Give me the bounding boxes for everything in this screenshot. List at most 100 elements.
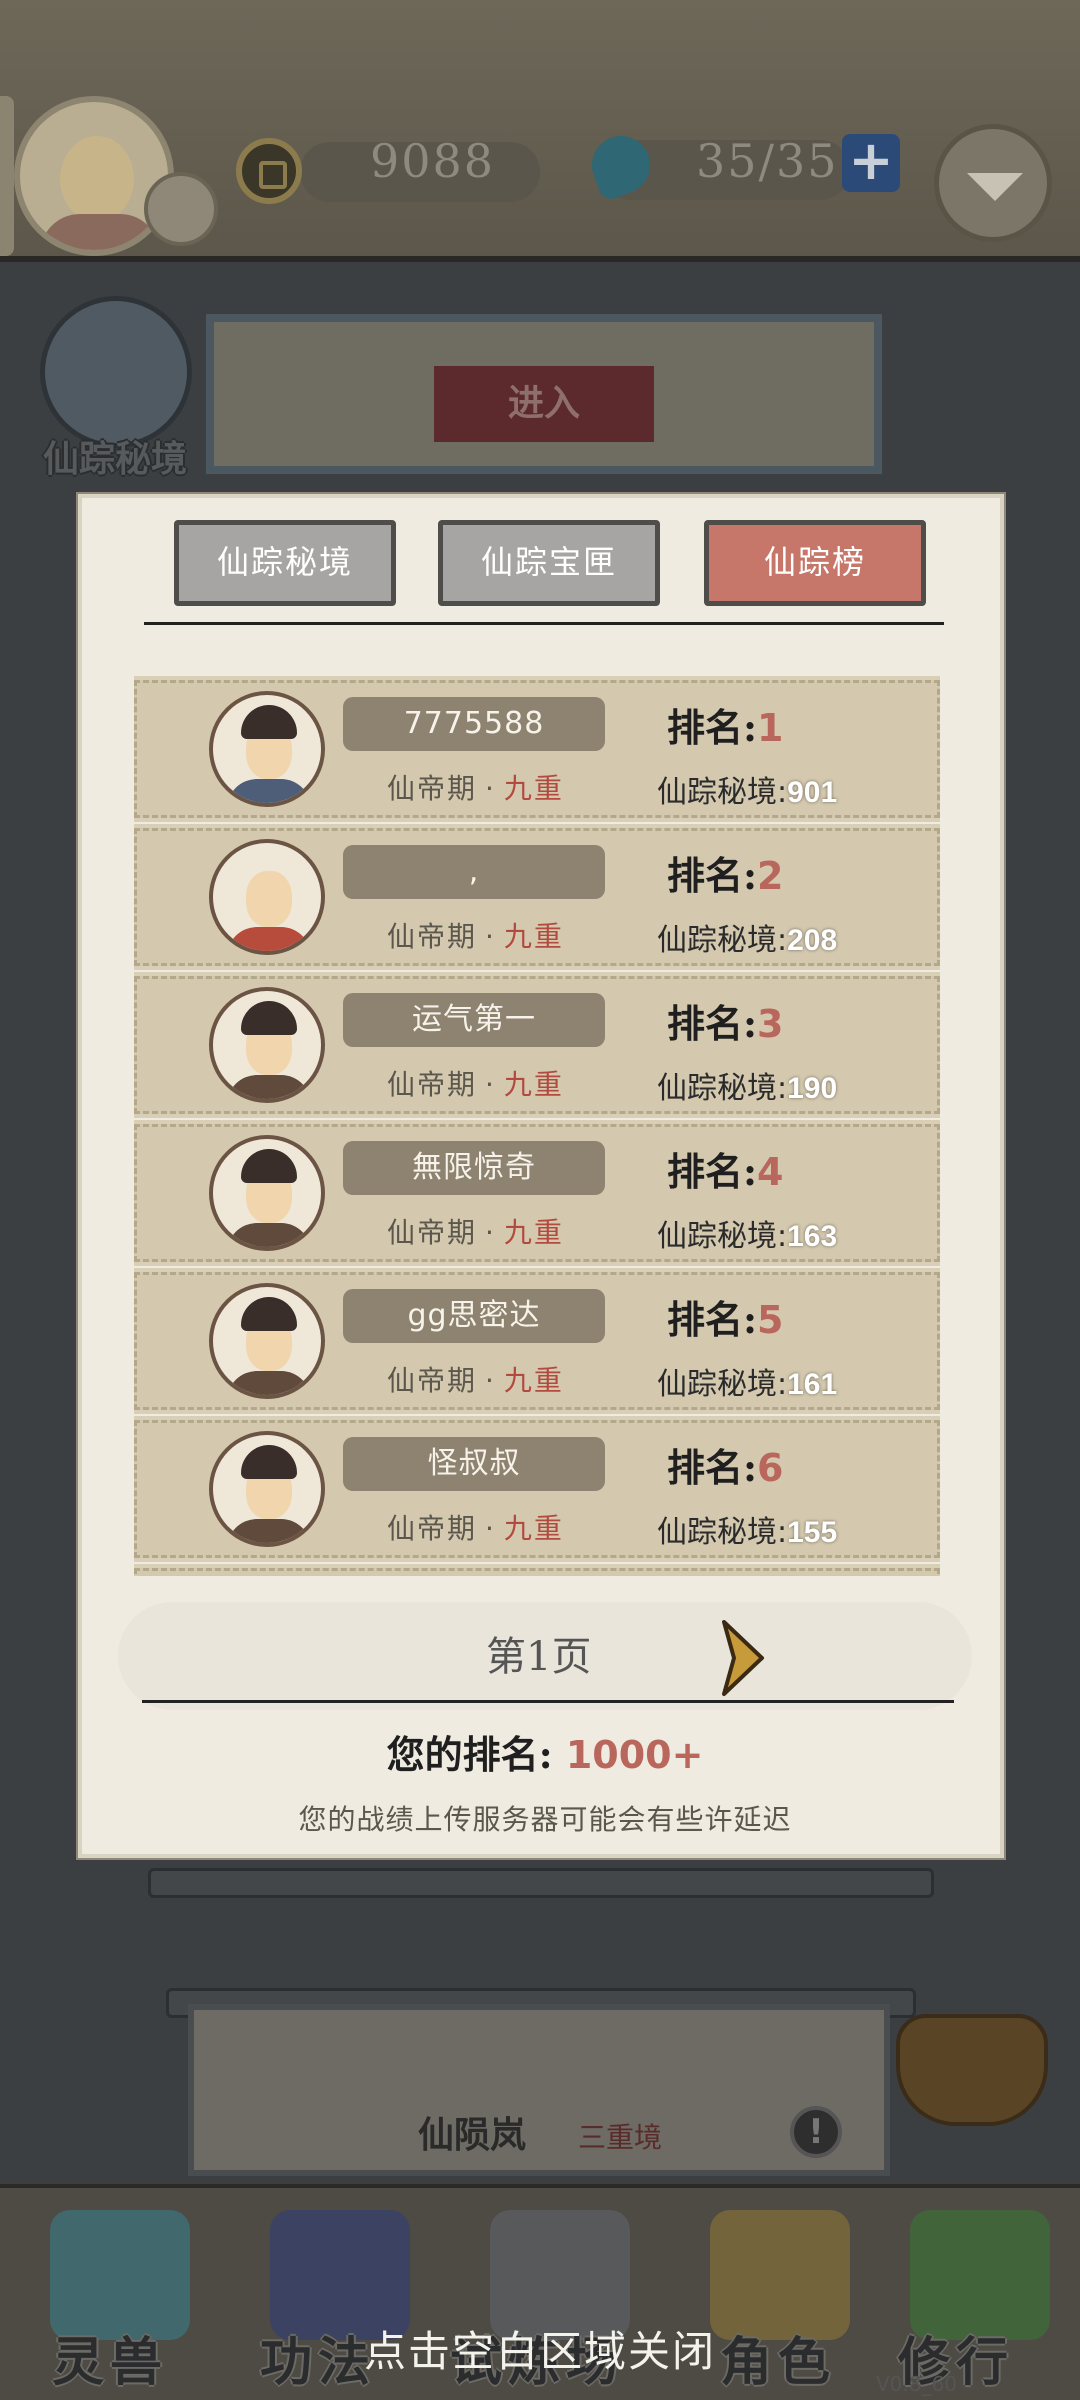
tab-divider <box>144 622 944 625</box>
rank-prefix: 排名: <box>667 1297 758 1342</box>
rank-label: 排名:4 <box>667 1141 783 1196</box>
avatar-robe <box>227 1371 311 1395</box>
realm-tier: 九重 <box>503 1512 564 1545</box>
score-value: 163 <box>787 1220 838 1253</box>
top-bar: 9088 35/35 + <box>0 0 1080 262</box>
rank-number: 6 <box>757 1446 784 1490</box>
cultivation-realm: 仙帝期 · 九重 <box>387 1063 564 1103</box>
rank-label: 排名:3 <box>667 993 783 1048</box>
realm-name: 仙帝期 <box>387 1216 478 1249</box>
cultivation-realm: 仙帝期 · 九重 <box>387 767 564 807</box>
rank-label: 排名:1 <box>667 697 783 752</box>
avatar-robe <box>227 1223 311 1247</box>
chevron-down-icon <box>967 173 1023 201</box>
score-prefix: 仙踪秘境: <box>657 1071 788 1106</box>
rank-row[interactable]: 7775588 仙帝期 · 九重 排名:1 仙踪秘境:901 <box>134 676 940 822</box>
tab-secret-realm[interactable]: 仙踪秘境 <box>174 520 396 606</box>
realm-tier: 九重 <box>503 1068 564 1101</box>
your-rank: 您的排名: 1000+ <box>82 1724 1008 1779</box>
score-label: 仙踪秘境:161 <box>657 1359 837 1403</box>
rank-number: 3 <box>757 1002 784 1046</box>
rank-prefix: 排名: <box>667 1001 758 1046</box>
realm-tier: 九重 <box>503 1216 564 1249</box>
rank-row[interactable]: 运气第一仙帝期 · 九重 排名:3 仙踪秘境:190 <box>134 972 940 1118</box>
your-rank-label: 您的排名: <box>386 1732 553 1777</box>
rank-row[interactable]: , 仙帝期 · 九重 排名:2 仙踪秘境:208 <box>134 824 940 970</box>
score-label: 仙踪秘境:208 <box>657 915 837 959</box>
warrior-avatar[interactable] <box>209 987 325 1103</box>
rank-label: 排名:2 <box>667 845 783 900</box>
version-label: V0.8_60 <box>876 2372 957 2396</box>
ranking-list[interactable]: 7775588 仙帝期 · 九重 排名:1 仙踪秘境:901, 仙帝期 · 九重 排名:2 仙踪秘境… <box>134 670 940 1576</box>
avatar-head <box>60 136 134 222</box>
score-prefix: 仙踪秘境: <box>657 1515 788 1550</box>
player-name: 运气第一 <box>343 993 605 1047</box>
secret-realm-icon[interactable] <box>40 296 192 448</box>
menu-dropdown-button[interactable] <box>934 124 1052 242</box>
score-prefix: 仙踪秘境: <box>657 1219 788 1254</box>
warrior-avatar[interactable] <box>209 1135 325 1251</box>
player-avatar[interactable] <box>14 96 174 256</box>
avatar-body <box>40 214 160 250</box>
score-value: 190 <box>787 1072 838 1105</box>
avatar-hair <box>241 705 297 739</box>
add-stamina-button[interactable]: + <box>842 134 900 192</box>
realm-panel-tier: 三重境 <box>578 2121 663 2154</box>
realm-name: 仙帝期 <box>387 772 478 805</box>
monk-avatar[interactable] <box>209 839 325 955</box>
realm-dot: · <box>485 920 496 953</box>
stamina-count: 35/35 <box>696 134 839 188</box>
warrior-avatar[interactable] <box>209 1431 325 1547</box>
realm-panel <box>188 2004 890 2176</box>
bottom-divider <box>142 1700 954 1703</box>
enter-button[interactable]: 进入 <box>434 366 654 442</box>
realm-dot: · <box>485 1216 496 1249</box>
score-prefix: 仙踪秘境: <box>657 1367 788 1402</box>
score-value: 155 <box>787 1516 838 1549</box>
leaderboard-modal: 仙踪秘境 仙踪宝匣 仙踪榜 7775588 仙帝期 · 九重 排名:1 仙踪秘境:901,… <box>78 494 1004 1858</box>
realm-tier: 九重 <box>503 920 564 953</box>
scroll-rod-top <box>148 1868 934 1898</box>
rank-number: 1 <box>757 706 784 750</box>
cauldron-icon[interactable] <box>896 2014 1048 2126</box>
rank-number: 5 <box>757 1298 784 1342</box>
score-value: 901 <box>787 776 838 809</box>
rank-row[interactable]: gg思密达仙帝期 · 九重 排名:5 仙踪秘境:161 <box>134 1268 940 1414</box>
scholar-avatar[interactable] <box>209 691 325 807</box>
info-icon[interactable]: ! <box>790 2106 842 2158</box>
coin-icon <box>236 138 302 204</box>
avatar-hair <box>241 1149 297 1183</box>
warrior-avatar[interactable] <box>209 1283 325 1399</box>
realm-name: 仙帝期 <box>387 920 478 953</box>
avatar-robe <box>227 927 311 951</box>
cultivation-realm: 仙帝期 · 九重 <box>387 1359 564 1399</box>
rank-row-partial[interactable] <box>134 1564 940 1576</box>
cultivation-realm: 仙帝期 · 九重 <box>387 1507 564 1547</box>
realm-tier: 九重 <box>503 1364 564 1397</box>
score-value: 161 <box>787 1368 838 1401</box>
score-prefix: 仙踪秘境: <box>657 923 788 958</box>
avatar-hair <box>241 1445 297 1479</box>
realm-name: 仙帝期 <box>387 1364 478 1397</box>
page-label: 第1页 <box>486 1634 592 1680</box>
rank-row[interactable]: 怪叔叔 仙帝期 · 九重 排名:6 仙踪秘境:155 <box>134 1416 940 1562</box>
close-hint[interactable]: 点击空白区域关闭 <box>0 2318 1080 2379</box>
next-page-arrow-icon[interactable] <box>712 1618 772 1698</box>
tab-leaderboard[interactable]: 仙踪榜 <box>704 520 926 606</box>
avatar-hair <box>241 1001 297 1035</box>
realm-tier: 九重 <box>503 772 564 805</box>
your-rank-value: 1000+ <box>565 1733 704 1777</box>
realm-panel-title: 仙陨岚 <box>418 2114 527 2156</box>
tab-treasure-box[interactable]: 仙踪宝匣 <box>438 520 660 606</box>
left-edge-tab[interactable] <box>0 96 14 256</box>
score-label: 仙踪秘境:163 <box>657 1211 837 1255</box>
upload-delay-notice: 您的战绩上传服务器可能会有些许延迟 <box>298 1803 792 1836</box>
rank-row[interactable]: 無限惊奇 仙帝期 · 九重 排名:4 仙踪秘境:163 <box>134 1120 940 1266</box>
score-label: 仙踪秘境:190 <box>657 1063 837 1107</box>
realm-dot: · <box>485 1068 496 1101</box>
secret-realm-label: 仙踪秘境 <box>42 439 187 480</box>
cultivation-realm: 仙帝期 · 九重 <box>387 1211 564 1251</box>
player-name: gg思密达 <box>343 1289 605 1343</box>
rank-number: 4 <box>757 1150 784 1194</box>
realm-name: 仙帝期 <box>387 1512 478 1545</box>
